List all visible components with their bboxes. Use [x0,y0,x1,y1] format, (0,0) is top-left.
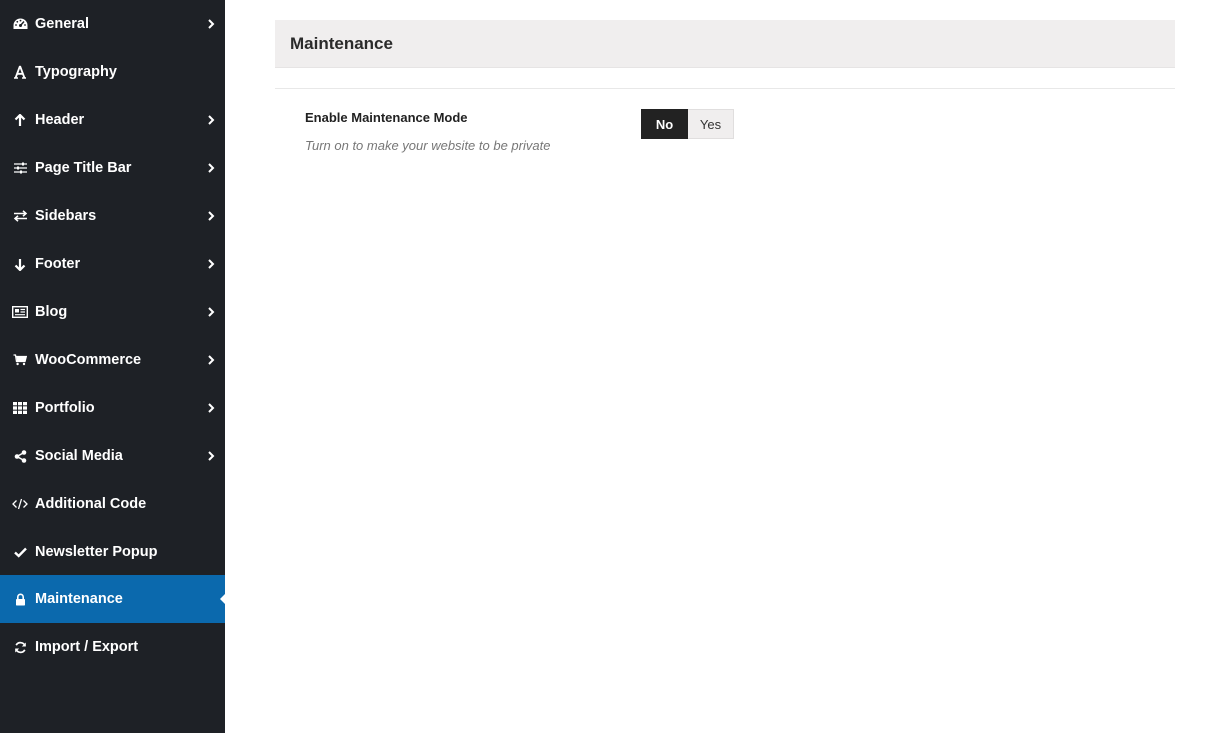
main-content: Maintenance Enable Maintenance Mode Turn… [225,0,1222,733]
grid-icon [12,400,28,416]
sidebar-item-label: Newsletter Popup [35,544,158,560]
chevron-right-icon [207,161,215,175]
sidebar-item-sidebars[interactable]: Sidebars [0,192,225,240]
sidebar-item-label: Footer [35,256,81,272]
sidebar-item-label: WooCommerce [35,352,142,368]
sidebar-item-label: General [35,16,89,32]
chevron-right-icon [207,17,215,31]
sidebar-item-general[interactable]: General [0,0,225,48]
sidebar-item-additional-code[interactable]: Additional Code [0,480,225,528]
sidebar-item-import-export[interactable]: Import / Export [0,623,225,671]
sidebar-item-label: Portfolio [35,400,95,416]
toggle-yes-button[interactable]: Yes [688,109,734,139]
chevron-right-icon [207,449,215,463]
maintenance-mode-toggle: No Yes [641,109,734,139]
code-icon [12,496,28,512]
sidebar-item-newsletter-popup[interactable]: Newsletter Popup [0,528,225,576]
lock-icon [12,591,28,607]
sidebar-item-woocommerce[interactable]: WooCommerce [0,336,225,384]
toggle-no-button[interactable]: No [641,109,688,139]
arrow-up-icon [12,112,28,128]
section-header: Maintenance [275,20,1175,68]
sidebar-item-typography[interactable]: Typography [0,48,225,96]
sidebar-item-label: Blog [35,304,68,320]
sidebar-item-blog[interactable]: Blog [0,288,225,336]
sidebar-item-label: Header [35,112,85,128]
exchange-icon [12,208,28,224]
divider [275,88,1175,89]
sidebar-item-label: Maintenance [35,591,123,607]
chevron-right-icon [207,209,215,223]
sidebar-item-label: Import / Export [35,639,139,655]
chevron-right-icon [207,401,215,415]
sidebar-item-label: Page Title Bar [35,160,132,176]
chevron-right-icon [207,257,215,271]
arrow-down-icon [12,256,28,272]
sidebar-item-footer[interactable]: Footer [0,240,225,288]
sliders-icon [12,160,28,176]
newspaper-icon [12,304,28,320]
sidebar-item-header[interactable]: Header [0,96,225,144]
field-description: Turn on to make your website to be priva… [305,138,551,153]
cart-icon [12,352,28,368]
dashboard-icon [12,16,28,32]
chevron-right-icon [207,113,215,127]
chevron-right-icon [207,353,215,367]
theme-options-panel: General Typography Header Page Title Bar… [0,0,1222,733]
sidebar-item-label: Sidebars [35,208,97,224]
check-icon [12,544,28,560]
sidebar-item-social-media[interactable]: Social Media [0,432,225,480]
share-icon [12,448,28,464]
sidebar-item-label: Social Media [35,448,123,464]
typography-icon [12,64,28,80]
sidebar-item-label: Additional Code [35,496,147,512]
sidebar-item-label: Typography [35,64,117,80]
sidebar-item-maintenance[interactable]: Maintenance [0,575,225,623]
refresh-icon [12,639,28,655]
sidebar-item-portfolio[interactable]: Portfolio [0,384,225,432]
sidebar-item-page-title-bar[interactable]: Page Title Bar [0,144,225,192]
sidebar: General Typography Header Page Title Bar… [0,0,225,733]
field-label: Enable Maintenance Mode [305,110,468,125]
chevron-right-icon [207,305,215,319]
page-title: Maintenance [290,34,393,53]
